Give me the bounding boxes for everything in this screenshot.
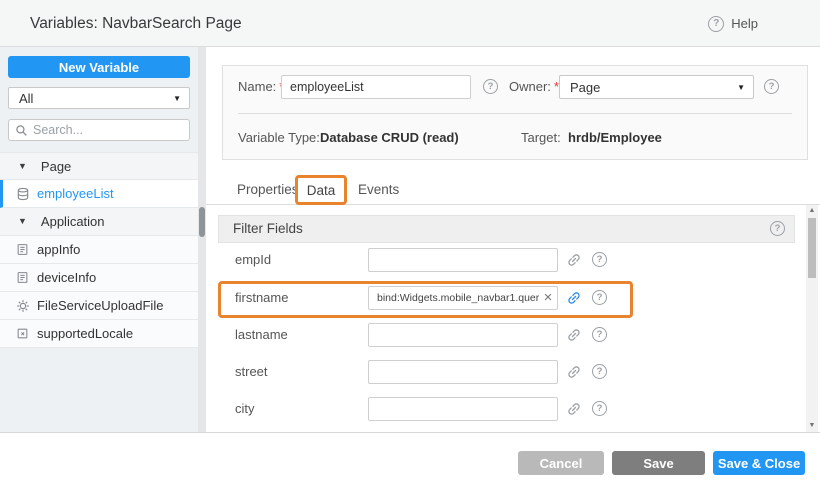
- name-help-icon[interactable]: ?: [483, 79, 498, 94]
- owner-select[interactable]: Page ▼: [559, 75, 754, 99]
- variable-type-label: Variable Type:: [238, 128, 320, 148]
- tree-item-label: supportedLocale: [37, 326, 133, 341]
- locale-variable-icon: [16, 327, 30, 341]
- model-variable-icon: [16, 271, 30, 285]
- field-help-icon[interactable]: ?: [592, 290, 607, 305]
- tree-group-page[interactable]: ▼ Page: [0, 152, 198, 180]
- field-help-icon[interactable]: ?: [592, 327, 607, 342]
- help-label: Help: [731, 16, 758, 31]
- tree-item-appinfo[interactable]: appInfo: [0, 236, 198, 264]
- filter-field-row-firstname: firstname × ?: [206, 286, 820, 310]
- dialog-title: Variables: NavbarSearch Page: [30, 0, 242, 47]
- service-variable-icon: [16, 299, 30, 313]
- variable-detail-panel: Name:* ? Owner:* Page ▼ ? Variable Type:…: [206, 47, 820, 432]
- save-and-close-button[interactable]: Save & Close: [713, 451, 805, 475]
- scroll-down-icon[interactable]: ▼: [806, 420, 818, 432]
- filter-field-row-street: street ?: [206, 360, 820, 384]
- tree-group-label: Page: [41, 159, 71, 174]
- sidebar-scrollbar-thumb[interactable]: [199, 207, 205, 237]
- new-variable-button[interactable]: New Variable: [8, 56, 190, 78]
- tree-group-application[interactable]: ▼ Application: [0, 208, 198, 236]
- tree-item-fileserviceuploadfile[interactable]: FileServiceUploadFile: [0, 292, 198, 320]
- help-circle-icon: ?: [708, 16, 724, 32]
- variable-search: [8, 119, 190, 141]
- sidebar-scrollbar[interactable]: [198, 47, 206, 432]
- tree-item-label: deviceInfo: [37, 270, 96, 285]
- content-scrollbar-thumb[interactable]: [808, 218, 816, 278]
- model-variable-icon: [16, 243, 30, 257]
- filter-field-row-empid: empId ?: [206, 248, 820, 272]
- filter-field-row-city: city ?: [206, 397, 820, 421]
- name-label: Name:*: [238, 75, 284, 99]
- firstname-value-input[interactable]: [368, 286, 558, 310]
- variables-sidebar: New Variable All ▼ ▼ Page employeeList ▼…: [0, 47, 198, 432]
- caret-down-icon: ▼: [737, 83, 745, 92]
- variable-summary-panel: Name:* ? Owner:* Page ▼ ? Variable Type:…: [222, 65, 808, 160]
- field-label: street: [235, 360, 268, 384]
- variable-name-input[interactable]: [281, 75, 471, 99]
- tab-properties[interactable]: Properties: [237, 175, 299, 205]
- filter-field-row-lastname: lastname ?: [206, 323, 820, 347]
- tree-item-label: appInfo: [37, 242, 80, 257]
- database-crud-variable-icon: [16, 187, 30, 201]
- field-help-icon[interactable]: ?: [592, 401, 607, 416]
- tab-data[interactable]: Data: [298, 175, 344, 205]
- owner-label: Owner:*: [509, 75, 559, 99]
- tree-group-label: Application: [41, 214, 105, 229]
- data-tab-content: Filter Fields ? empId ? firstname ×: [206, 205, 820, 432]
- owner-select-value: Page: [570, 80, 600, 95]
- cancel-button[interactable]: Cancel: [518, 451, 604, 475]
- bind-link-icon[interactable]: [566, 364, 582, 380]
- collapse-arrow-icon: ▼: [18, 162, 27, 171]
- variable-filter-value: All: [19, 91, 33, 106]
- empid-value-input[interactable]: [368, 248, 558, 272]
- field-help-icon[interactable]: ?: [592, 252, 607, 267]
- help-link[interactable]: ? Help: [708, 0, 758, 47]
- target-label: Target:: [521, 128, 561, 148]
- target-value: hrdb/Employee: [568, 128, 662, 148]
- tree-item-label: employeeList: [37, 186, 114, 201]
- bind-link-icon[interactable]: [566, 401, 582, 417]
- filter-fields-section-header: Filter Fields ?: [218, 215, 795, 243]
- summary-divider: [238, 113, 792, 114]
- tab-events[interactable]: Events: [358, 175, 399, 205]
- search-icon: [15, 124, 28, 137]
- bind-link-icon[interactable]: [566, 327, 582, 343]
- detail-tabs: Properties Data Events: [206, 175, 820, 205]
- variable-type-value: Database CRUD (read): [320, 128, 459, 148]
- city-value-input[interactable]: [368, 397, 558, 421]
- field-help-icon[interactable]: ?: [592, 364, 607, 379]
- bind-link-icon[interactable]: [566, 252, 582, 268]
- collapse-arrow-icon: ▼: [18, 217, 27, 226]
- tree-item-supportedlocale[interactable]: supportedLocale: [0, 320, 198, 348]
- filter-fields-help-icon[interactable]: ?: [770, 221, 785, 236]
- bind-link-icon-active[interactable]: [566, 290, 582, 306]
- tree-item-deviceinfo[interactable]: deviceInfo: [0, 264, 198, 292]
- field-label: empId: [235, 248, 271, 272]
- owner-help-icon[interactable]: ?: [764, 79, 779, 94]
- tree-item-label: FileServiceUploadFile: [37, 298, 163, 313]
- field-label: city: [235, 397, 255, 421]
- street-value-input[interactable]: [368, 360, 558, 384]
- field-label: firstname: [235, 286, 288, 310]
- content-scrollbar[interactable]: ▲ ▼: [806, 205, 818, 432]
- filter-fields-title: Filter Fields: [233, 216, 303, 242]
- variable-filter-select[interactable]: All ▼: [8, 87, 190, 109]
- variable-tree: ▼ Page employeeList ▼ Application appInf…: [0, 152, 198, 348]
- variables-dialog: Variables: NavbarSearch Page ? Help New …: [0, 0, 820, 490]
- tree-item-employeelist[interactable]: employeeList: [0, 180, 198, 208]
- dialog-footer: Cancel Save Save & Close: [0, 432, 820, 490]
- search-input[interactable]: [33, 123, 173, 137]
- caret-down-icon: ▼: [173, 94, 181, 103]
- save-button[interactable]: Save: [612, 451, 705, 475]
- clear-binding-icon[interactable]: ×: [540, 288, 556, 308]
- lastname-value-input[interactable]: [368, 323, 558, 347]
- field-label: lastname: [235, 323, 288, 347]
- scroll-up-icon[interactable]: ▲: [806, 205, 818, 217]
- dialog-header: Variables: NavbarSearch Page ? Help: [0, 0, 820, 47]
